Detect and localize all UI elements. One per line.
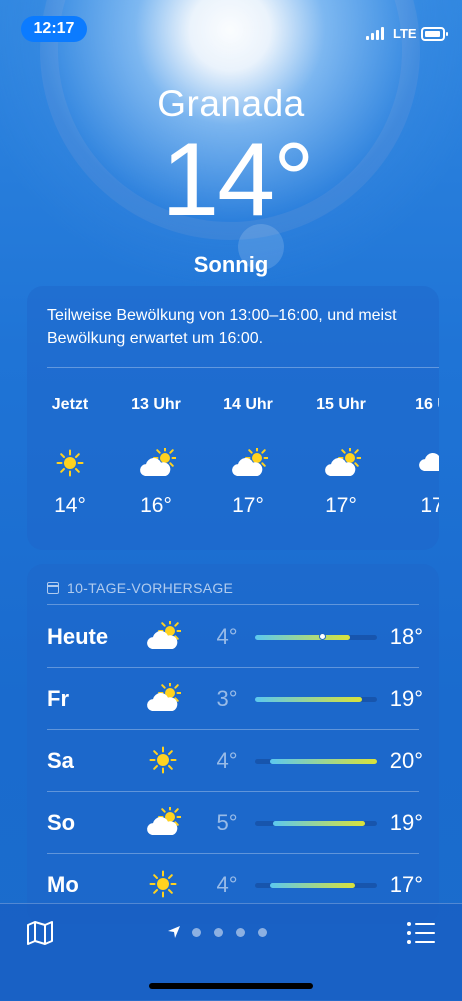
low-temperature: 4° <box>216 748 238 773</box>
partly-cloudy-icon <box>140 446 177 476</box>
current-condition: Sonnig <box>193 252 269 277</box>
sun-icon <box>149 870 177 898</box>
partly-cloudy-icon <box>147 681 182 711</box>
hour-icon <box>213 446 283 478</box>
hour-label: 13 Uhr <box>131 396 181 413</box>
page-dot[interactable] <box>236 927 245 937</box>
daily-row[interactable]: So 5° 19° <box>47 791 423 853</box>
page-dot[interactable] <box>258 927 267 937</box>
daily-row[interactable]: Heute 4° 18° <box>47 605 423 667</box>
temperature-range-fill <box>269 759 377 764</box>
network-type: LTE <box>393 26 417 41</box>
hour-icon <box>306 446 376 478</box>
signal-icon <box>366 26 386 40</box>
hour-temperature: 17° <box>325 494 357 517</box>
page-indicator[interactable] <box>166 924 280 940</box>
sun-icon <box>149 746 177 774</box>
page-dot[interactable] <box>214 927 223 937</box>
hourly-item: 16 U 17 <box>397 396 439 518</box>
temperature-range-bar <box>255 697 377 702</box>
page-dot[interactable] <box>192 927 201 937</box>
day-name: Mo <box>47 872 79 897</box>
day-icon <box>145 619 182 651</box>
high-temperature: 20° <box>389 748 423 773</box>
low-temperature: 4° <box>216 624 238 649</box>
hourly-item: 13 Uhr 16° <box>121 396 191 518</box>
hour-temperature: 17° <box>232 494 264 517</box>
day-icon <box>145 805 182 837</box>
city-name: Granada <box>157 83 305 124</box>
map-icon[interactable] <box>26 920 54 946</box>
hour-label: 14 Uhr <box>223 396 273 413</box>
forecast-summary: Teilweise Bewölkung von 13:00–16:00, und… <box>47 307 397 347</box>
partly-cloudy-icon <box>147 619 182 649</box>
hour-label: 15 Uhr <box>316 396 366 413</box>
list-icon[interactable] <box>406 920 436 946</box>
hour-temperature: 17 <box>420 494 439 517</box>
temperature-range-bar <box>255 883 377 888</box>
hour-icon <box>35 448 105 478</box>
home-indicator[interactable] <box>149 983 313 989</box>
hour-temperature: 16° <box>140 494 172 517</box>
temperature-range-fill <box>255 697 363 702</box>
day-icon <box>145 681 182 713</box>
day-name: So <box>47 810 76 835</box>
hourly-item: 15 Uhr 17° <box>306 396 376 518</box>
location-arrow-icon <box>168 926 180 938</box>
daily-forecast-card[interactable]: 10-TAGE-VORHERSAGE Heute 4° 18° Fr 3° 19° Sa 4°… <box>27 564 439 924</box>
cloud-icon <box>419 453 439 471</box>
daily-row[interactable]: Fr 3° 19° <box>47 667 423 729</box>
daily-row[interactable]: Sa 4° 20° <box>47 729 423 791</box>
temperature-range-fill <box>255 635 351 640</box>
hour-temperature: 14° <box>54 494 86 517</box>
temperature-range-fill <box>273 821 365 826</box>
day-name: Sa <box>47 748 74 773</box>
temperature-range-bar <box>255 759 377 764</box>
calendar-icon <box>47 582 59 594</box>
divider <box>47 367 439 368</box>
daily-forecast-title: 10-TAGE-VORHERSAGE <box>67 580 234 596</box>
high-temperature: 17° <box>389 872 423 897</box>
battery-icon <box>421 27 448 41</box>
hour-label: Jetzt <box>51 396 89 413</box>
hourly-item: 14 Uhr 17° <box>213 396 283 518</box>
temperature-range-bar <box>255 821 377 826</box>
high-temperature: 19° <box>389 810 423 835</box>
day-icon <box>145 869 181 899</box>
high-temperature: 19° <box>389 686 423 711</box>
low-temperature: 4° <box>216 872 238 897</box>
hour-label: 16 U <box>415 396 439 413</box>
temperature-range-fill <box>269 883 356 888</box>
temperature-range-bar <box>255 633 377 640</box>
day-icon <box>145 745 181 775</box>
hourly-item: Jetzt 14° <box>35 396 105 518</box>
daily-forecast-header: 10-TAGE-VORHERSAGE <box>47 580 233 596</box>
hourly-forecast-card[interactable]: Teilweise Bewölkung von 13:00–16:00, und… <box>27 286 439 550</box>
current-temperature: 14° <box>161 122 314 238</box>
status-time[interactable]: 12:17 <box>21 16 87 42</box>
low-temperature: 5° <box>216 810 238 835</box>
high-temperature: 18° <box>389 624 423 649</box>
sun-icon <box>56 449 84 477</box>
status-bar: 12:17 LTE <box>0 0 462 60</box>
partly-cloudy-icon <box>325 446 362 476</box>
day-name: Fr <box>47 686 69 711</box>
partly-cloudy-icon <box>232 446 269 476</box>
current-temp-marker <box>318 633 326 640</box>
hour-icon <box>121 446 191 478</box>
low-temperature: 3° <box>216 686 238 711</box>
partly-cloudy-icon <box>147 805 182 835</box>
hour-icon <box>397 448 439 478</box>
day-name: Heute <box>47 624 109 649</box>
